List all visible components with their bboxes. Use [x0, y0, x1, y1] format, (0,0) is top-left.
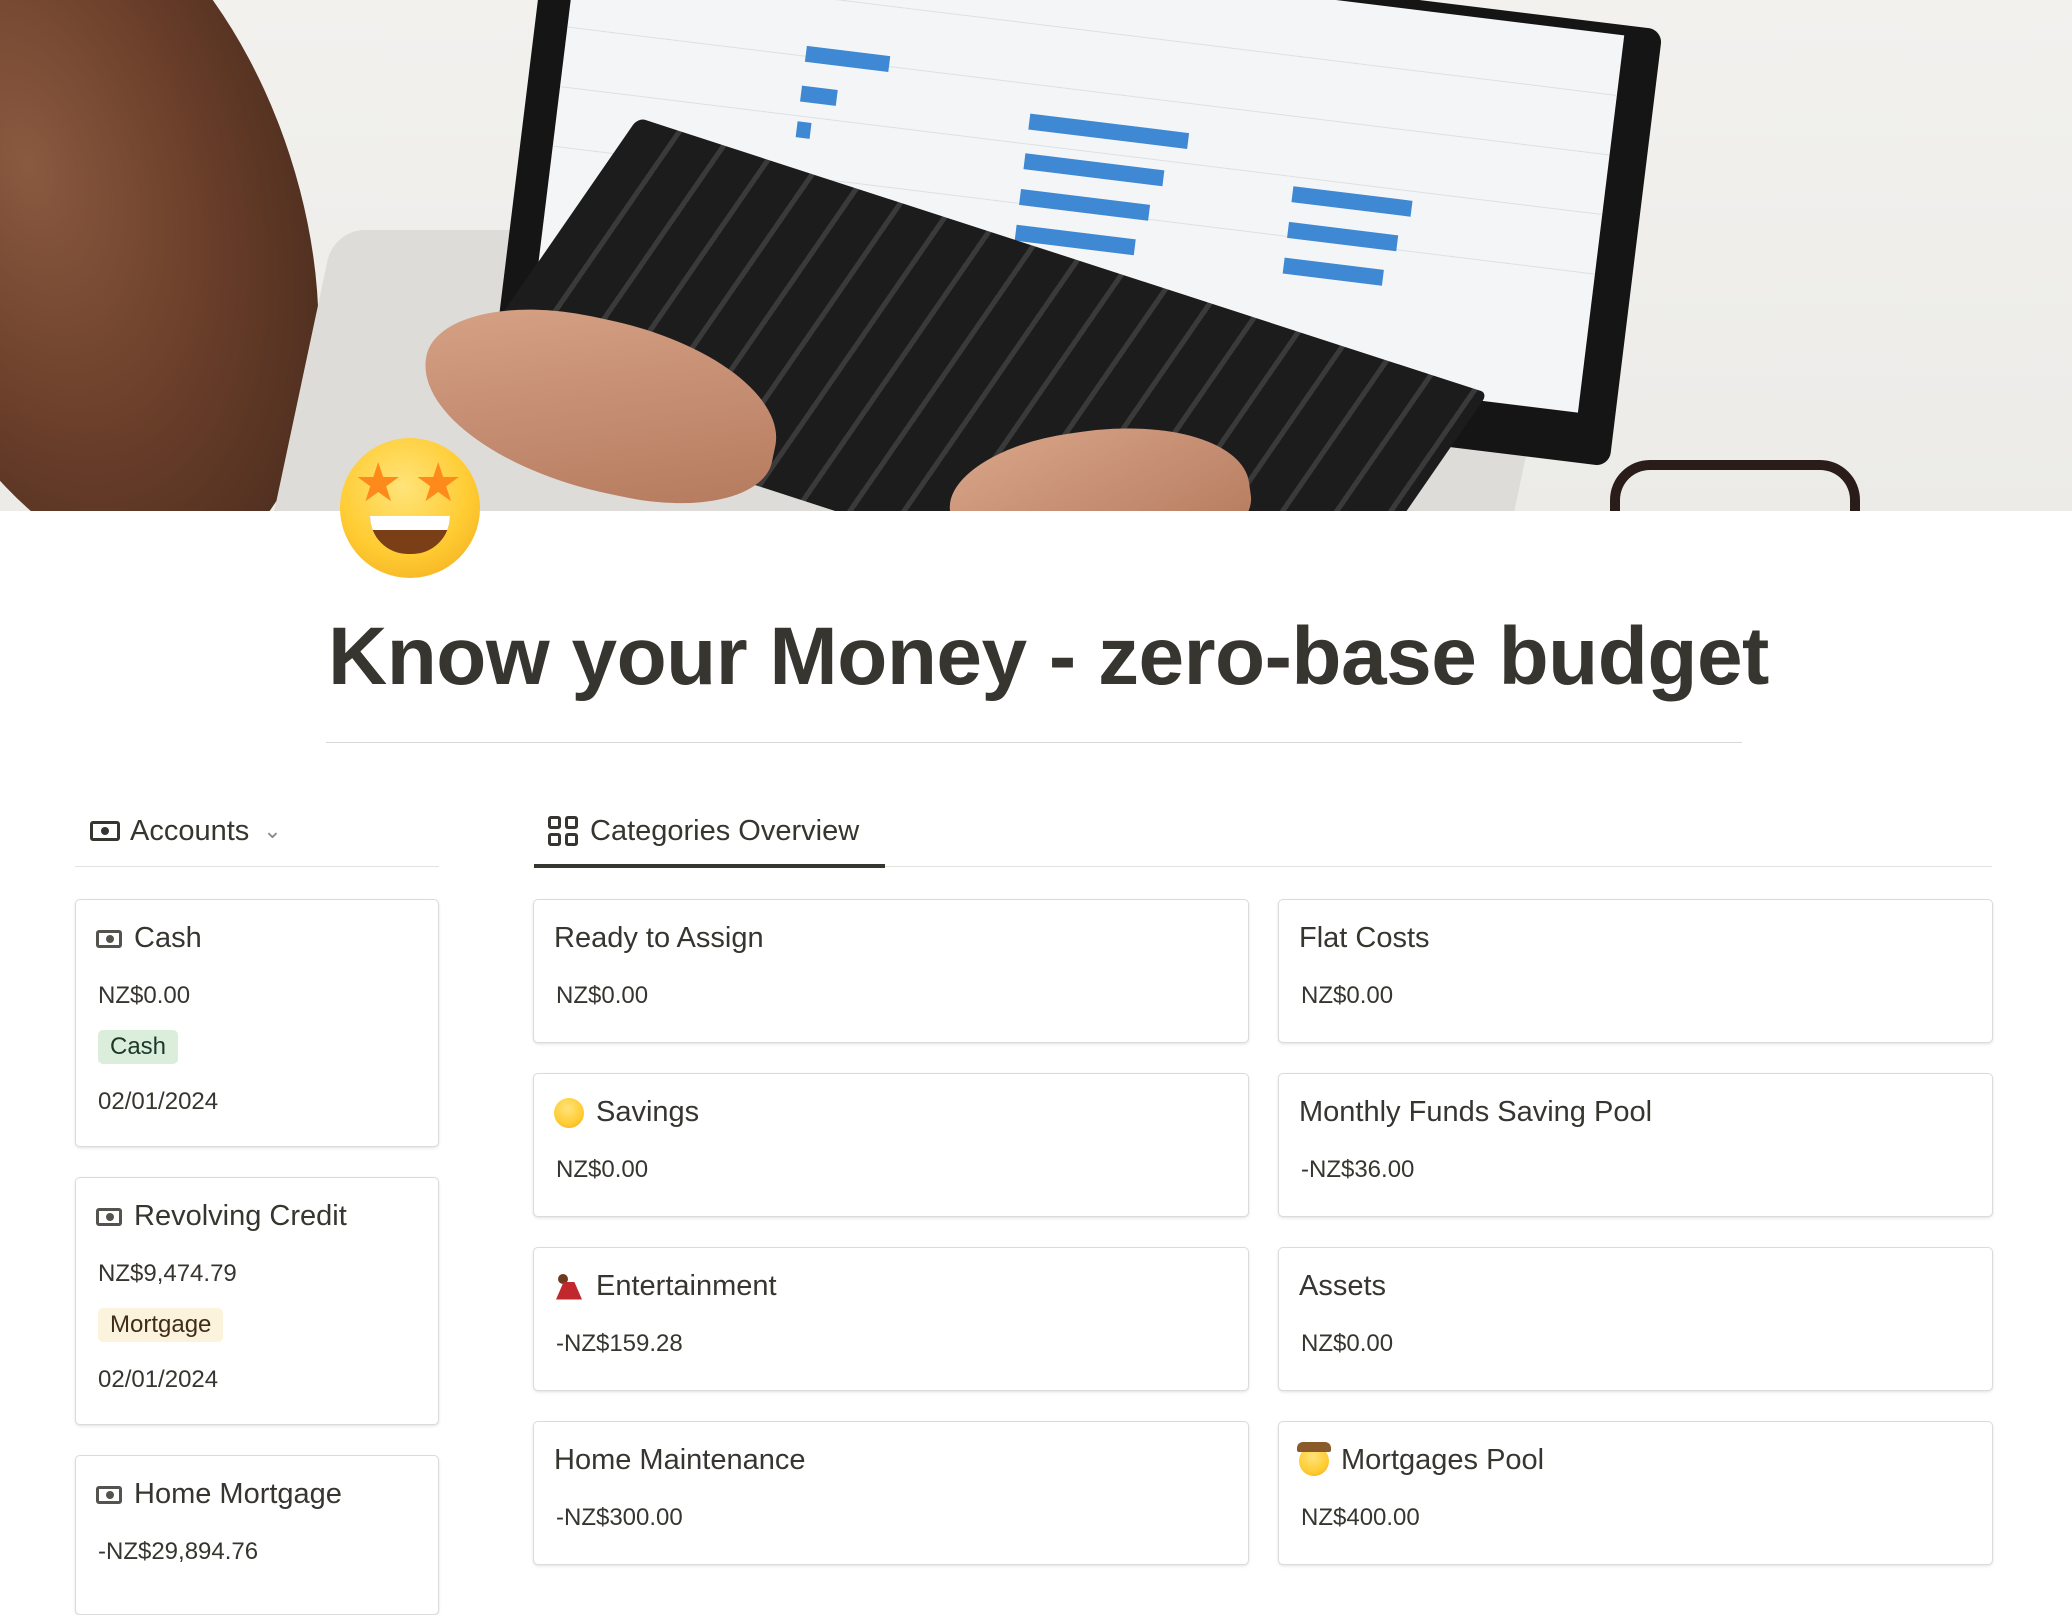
account-balance: -NZ$29,894.76: [98, 1538, 259, 1565]
accounts-tab-divider: [75, 866, 439, 867]
category-amount: NZ$0.00: [1301, 982, 1394, 1009]
active-tab-indicator: [534, 864, 885, 868]
account-card-cash[interactable]: Cash NZ$0.00 Cash 02/01/2024: [75, 899, 439, 1147]
dancer-emoji-icon: [554, 1272, 584, 1302]
account-type-tag: Mortgage: [98, 1308, 224, 1342]
category-amount: NZ$0.00: [556, 1156, 649, 1183]
category-amount: -NZ$300.00: [556, 1504, 683, 1531]
title-divider: [326, 742, 1742, 743]
gallery-grid-icon: [548, 816, 578, 846]
account-date: 02/01/2024: [98, 1366, 219, 1393]
money-icon: [96, 929, 122, 948]
category-amount: -NZ$36.00: [1301, 1156, 1415, 1183]
category-card-ready-to-assign[interactable]: Ready to Assign NZ$0.00: [533, 899, 1249, 1043]
category-name: Monthly Funds Saving Pool: [1299, 1096, 1653, 1128]
category-card-title: Flat Costs: [1299, 922, 1430, 955]
category-card-title: Assets: [1299, 1270, 1386, 1303]
account-type-tag: Cash: [98, 1030, 179, 1064]
cowboy-emoji-icon: [1297, 1441, 1331, 1476]
account-card-home-mortgage[interactable]: Home Mortgage -NZ$29,894.76: [75, 1455, 439, 1615]
category-name: Entertainment: [596, 1270, 777, 1302]
category-amount: NZ$0.00: [1301, 1330, 1394, 1357]
accounts-view-tab[interactable]: Accounts ⌄: [90, 806, 282, 856]
accounts-view-label: Accounts: [130, 814, 250, 847]
account-card-title: Cash: [96, 922, 202, 955]
category-name: Flat Costs: [1299, 922, 1430, 954]
category-card-assets[interactable]: Assets NZ$0.00: [1278, 1247, 1993, 1391]
page-cover-image: [0, 0, 2072, 511]
category-name: Savings: [596, 1096, 700, 1128]
chevron-down-icon[interactable]: ⌄: [263, 818, 281, 844]
category-name: Assets: [1299, 1270, 1387, 1302]
category-card-title: Ready to Assign: [554, 922, 764, 955]
categories-view-label: Categories Overview: [590, 814, 860, 847]
page-title[interactable]: Know your Money - zero-base budget: [328, 610, 1769, 704]
page-icon-star-struck-emoji[interactable]: ★ ★: [340, 438, 480, 578]
account-card-title: Revolving Credit: [96, 1200, 347, 1233]
account-name: Home Mortgage: [134, 1478, 342, 1510]
category-amount: NZ$0.00: [556, 982, 649, 1009]
account-name: Cash: [134, 922, 202, 954]
category-name: Ready to Assign: [554, 922, 764, 954]
category-card-title: Mortgages Pool: [1297, 1441, 1545, 1477]
account-card-title: Home Mortgage: [96, 1478, 342, 1511]
category-amount: -NZ$159.28: [556, 1330, 683, 1357]
category-amount: NZ$400.00: [1301, 1504, 1420, 1531]
category-name: Home Maintenance: [554, 1444, 806, 1476]
category-card-title: Monthly Funds Saving Pool: [1299, 1096, 1652, 1129]
category-card-entertainment[interactable]: Entertainment -NZ$159.28: [533, 1247, 1249, 1391]
category-card-home-maintenance[interactable]: Home Maintenance -NZ$300.00: [533, 1421, 1249, 1565]
account-balance: NZ$9,474.79: [98, 1260, 237, 1287]
category-card-title: Entertainment: [554, 1270, 777, 1303]
money-icon: [96, 1207, 122, 1226]
categories-overview-tab[interactable]: Categories Overview: [548, 806, 859, 856]
category-card-mortgages-pool[interactable]: Mortgages Pool NZ$400.00: [1278, 1421, 1993, 1565]
account-name: Revolving Credit: [134, 1200, 347, 1232]
account-balance: NZ$0.00: [98, 982, 191, 1009]
account-date: 02/01/2024: [98, 1088, 219, 1115]
money-icon: [96, 1485, 122, 1504]
category-card-savings[interactable]: Savings NZ$0.00: [533, 1073, 1249, 1217]
category-card-monthly-funds-saving-pool[interactable]: Monthly Funds Saving Pool -NZ$36.00: [1278, 1073, 1993, 1217]
money-icon: [90, 821, 120, 841]
category-card-flat-costs[interactable]: Flat Costs NZ$0.00: [1278, 899, 1993, 1043]
account-card-revolving-credit[interactable]: Revolving Credit NZ$9,474.79 Mortgage 02…: [75, 1177, 439, 1425]
star-struck-emoji-icon: [554, 1097, 584, 1128]
category-card-title: Home Maintenance: [554, 1444, 805, 1477]
category-name: Mortgages Pool: [1341, 1444, 1545, 1476]
category-card-title: Savings: [554, 1096, 699, 1129]
